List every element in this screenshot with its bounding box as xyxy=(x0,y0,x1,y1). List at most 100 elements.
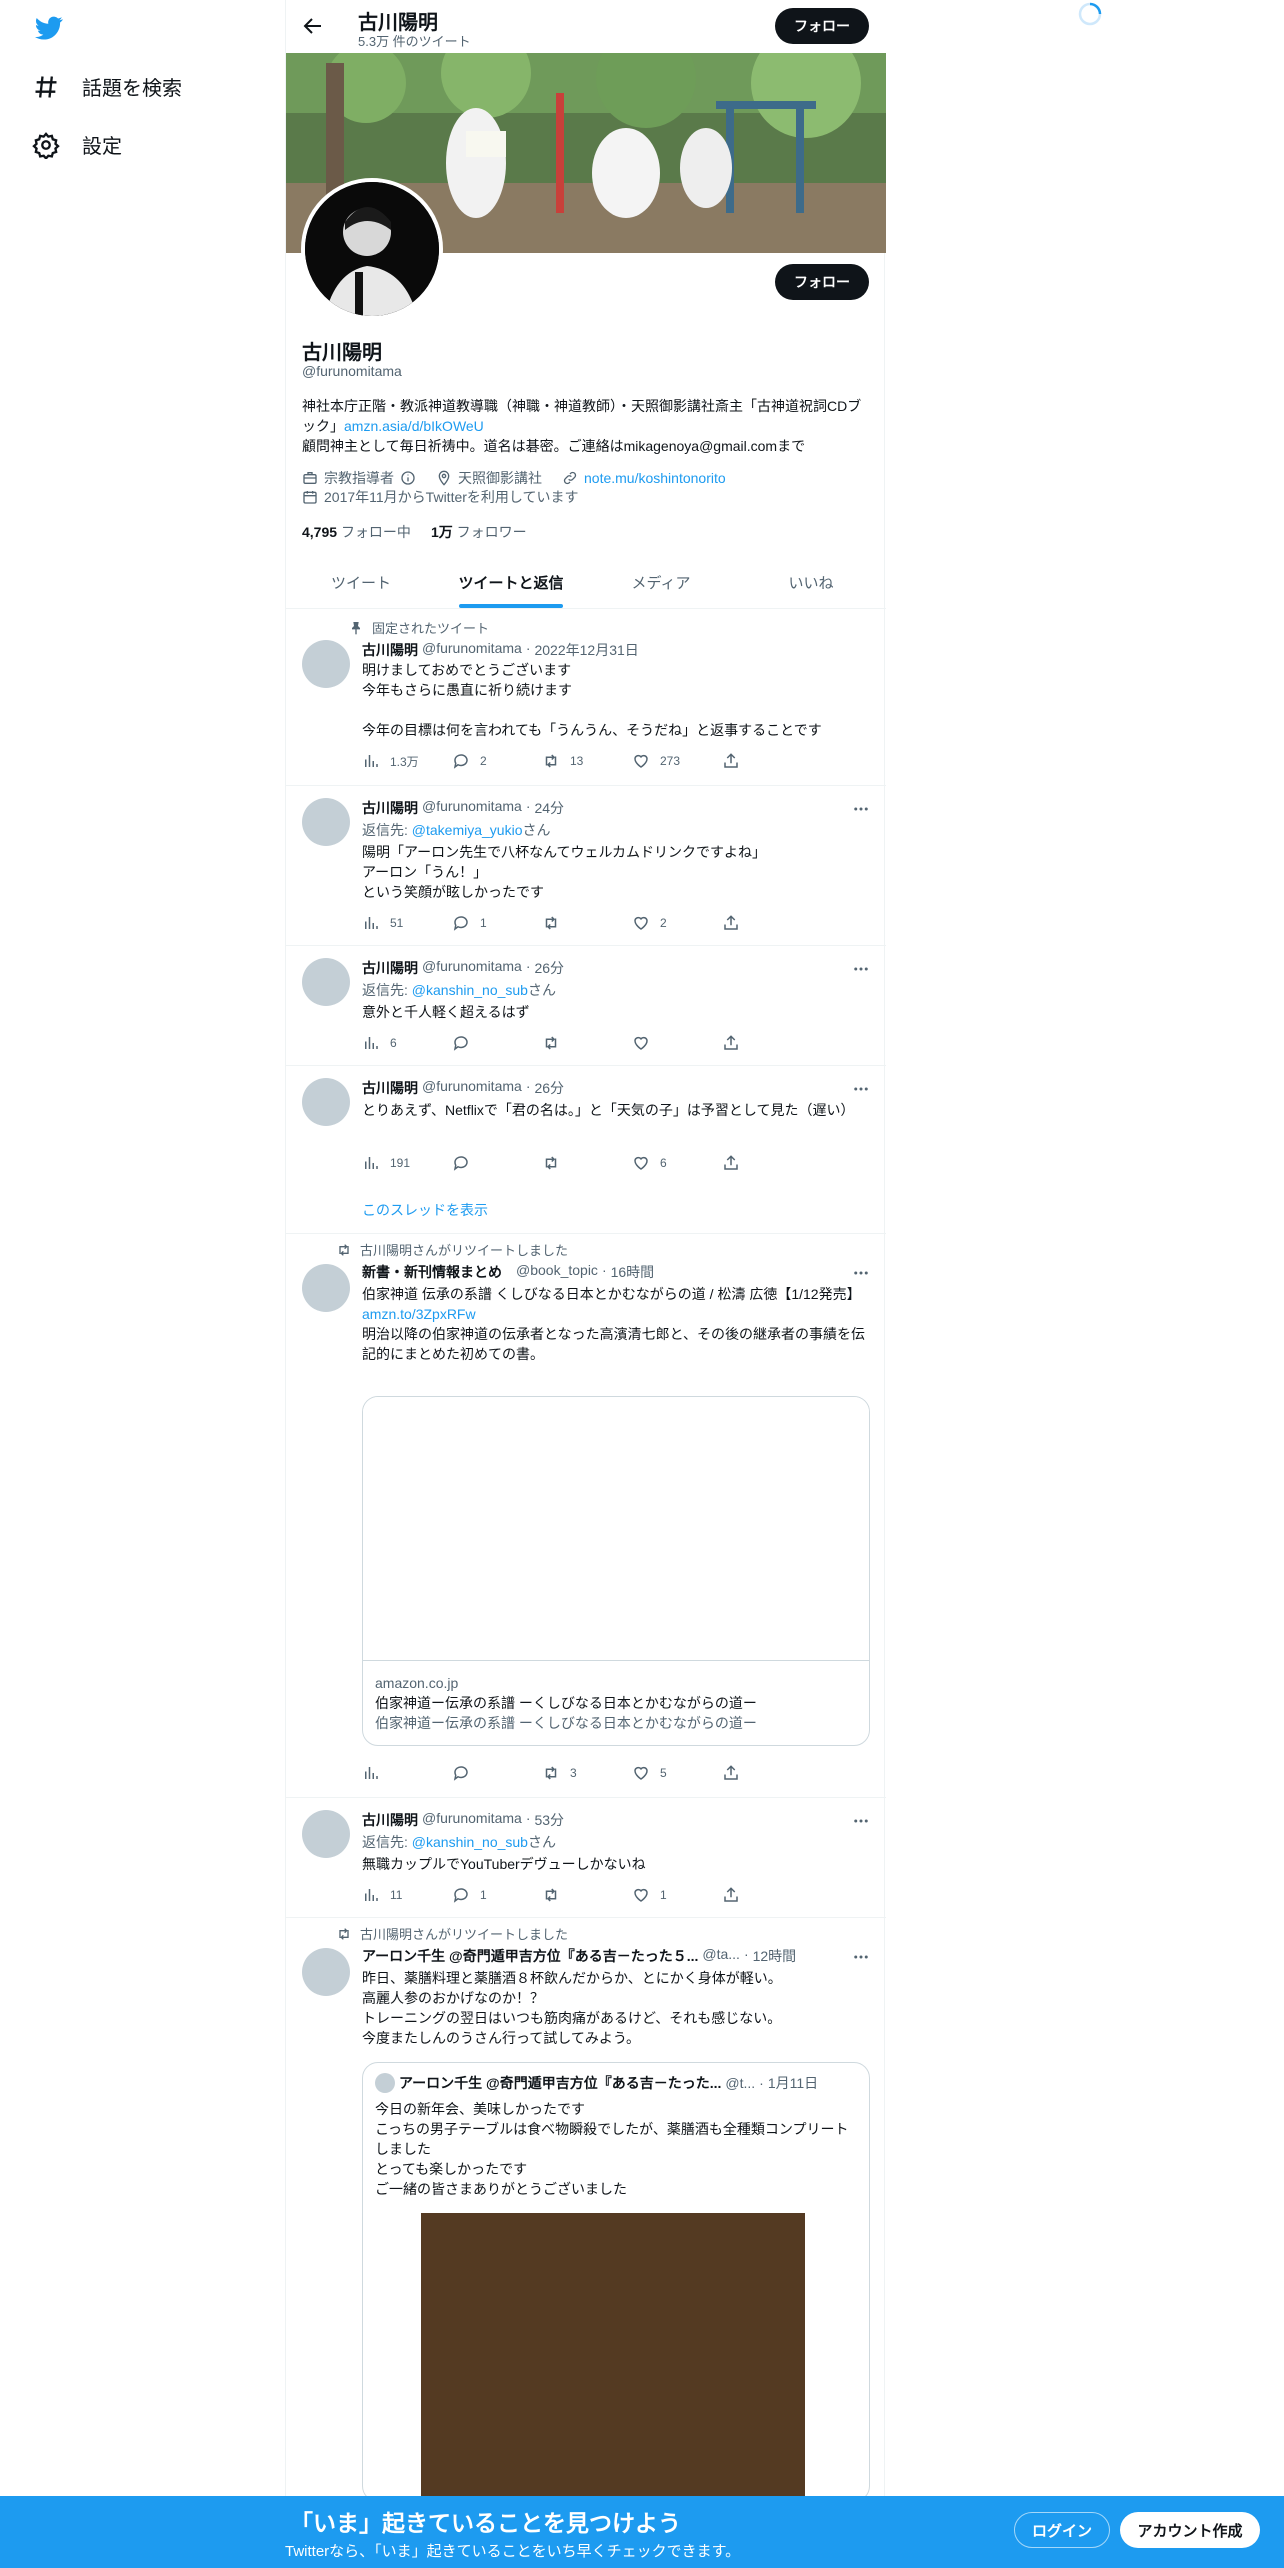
show-thread-link[interactable]: このスレッドを表示 xyxy=(362,1200,488,1220)
profile-follow-button[interactable]: フォロー xyxy=(775,264,869,300)
share-button[interactable] xyxy=(722,914,782,932)
nav-settings[interactable]: 設定 xyxy=(32,130,122,159)
author-name[interactable]: アーロン千生 @奇門遁甲吉方位『ある吉－たった５... xyxy=(362,1946,698,1966)
login-button[interactable]: ログイン xyxy=(1014,2512,1110,2548)
avatar[interactable] xyxy=(302,958,350,1006)
reply-button[interactable] xyxy=(452,1764,512,1782)
tab-media[interactable]: メディア xyxy=(586,556,736,608)
author-name[interactable]: 古川陽明 xyxy=(362,1810,418,1830)
tweet-reply[interactable]: 古川陽明 @furunomitama · 24分 返信先: @takemiya_… xyxy=(286,786,886,946)
views-button[interactable]: 191 xyxy=(362,1154,422,1172)
share-button[interactable] xyxy=(722,752,782,770)
reply-button[interactable]: 2 xyxy=(452,752,512,770)
retweeted-by-label[interactable]: 古川陽明さんがリツイートしました xyxy=(360,1924,568,1943)
following-link[interactable]: 4,795 フォロー中 xyxy=(302,522,411,542)
quoted-tweet-image[interactable] xyxy=(421,2213,805,2501)
quoted-tweet[interactable]: アーロン千生 @奇門遁甲吉方位『ある吉－たった... @t... · 1月11日… xyxy=(362,2062,870,2502)
like-button[interactable]: 273 xyxy=(632,752,692,770)
retweet-button[interactable] xyxy=(542,1886,602,1904)
retweeted-by-label[interactable]: 古川陽明さんがリツイートしました xyxy=(360,1240,568,1259)
retweet-icon xyxy=(545,1156,557,1170)
like-button[interactable]: 6 xyxy=(632,1154,692,1172)
link-card[interactable]: amazon.co.jp 伯家神道ー伝承の系譜 ーくしびなる日本とかむながらの道… xyxy=(362,1396,870,1746)
views-button[interactable]: 1.3万 xyxy=(362,752,422,770)
tweet-time[interactable]: 12時間 xyxy=(753,1946,797,1966)
signup-button[interactable]: アカウント作成 xyxy=(1120,2512,1260,2548)
author-handle[interactable]: @ta... xyxy=(702,1946,740,1966)
more-options-icon[interactable] xyxy=(852,1812,870,1830)
avatar[interactable] xyxy=(302,1264,350,1312)
views-button[interactable]: 6 xyxy=(362,1034,422,1052)
profile-avatar[interactable] xyxy=(301,178,443,320)
tweet-retweet-quote[interactable]: 古川陽明さんがリツイートしました アーロン千生 @奇門遁甲吉方位『ある吉－たった… xyxy=(286,1918,886,2568)
nav-explore[interactable]: 話題を検索 xyxy=(32,72,182,101)
author-name[interactable]: 古川陽明 xyxy=(362,640,418,660)
profile-website[interactable]: note.mu/koshintonorito xyxy=(584,470,726,486)
reply-button[interactable]: 1 xyxy=(452,914,512,932)
views-button[interactable] xyxy=(362,1764,422,1782)
views-button[interactable]: 11 xyxy=(362,1886,422,1904)
tweet-reply[interactable]: 古川陽明 @furunomitama · 53分 返信先: @kanshin_n… xyxy=(286,1798,886,1918)
avatar[interactable] xyxy=(302,798,350,846)
info-icon[interactable] xyxy=(400,470,416,486)
more-options-icon[interactable] xyxy=(852,1080,870,1098)
share-button[interactable] xyxy=(722,1154,782,1172)
share-button[interactable] xyxy=(722,1886,782,1904)
tweet-pinned[interactable]: 固定されたツイート 古川陽明 @furunomitama · 2022年12月3… xyxy=(286,610,886,786)
avatar[interactable] xyxy=(302,1078,350,1126)
reply-button[interactable] xyxy=(452,1154,512,1172)
author-name[interactable]: 古川陽明 xyxy=(362,1078,418,1098)
tweet-time[interactable]: 26分 xyxy=(534,958,564,978)
share-button[interactable] xyxy=(722,1764,782,1782)
reply-to-handle[interactable]: @kanshin_no_sub xyxy=(412,1834,528,1850)
bio-link[interactable]: amzn.asia/d/bIkOWeU xyxy=(344,418,484,434)
like-button[interactable] xyxy=(632,1034,692,1052)
more-options-icon[interactable] xyxy=(852,800,870,818)
followers-link[interactable]: 1万 フォロワー xyxy=(431,522,527,542)
author-name[interactable]: 古川陽明 xyxy=(362,798,418,818)
tweet-time[interactable]: 26分 xyxy=(534,1078,564,1098)
tweet-time[interactable]: 16時間 xyxy=(611,1262,655,1282)
tab-tweets-and-replies[interactable]: ツイートと返信 xyxy=(436,556,586,608)
author-name[interactable]: 新書・新刊情報まとめ xyxy=(362,1262,502,1282)
tweet-link[interactable]: amzn.to/3ZpxRFw xyxy=(362,1306,476,1322)
author-handle[interactable]: @furunomitama xyxy=(422,958,522,978)
reply-to-handle[interactable]: @kanshin_no_sub xyxy=(412,982,528,998)
retweet-button[interactable]: 3 xyxy=(542,1764,602,1782)
tweet-retweet-card[interactable]: 古川陽明さんがリツイートしました 新書・新刊情報まとめ @book_topic … xyxy=(286,1234,886,1798)
tweet-time[interactable]: 2022年12月31日 xyxy=(534,640,638,660)
retweet-button[interactable] xyxy=(542,1154,602,1172)
retweet-button[interactable]: 13 xyxy=(542,752,602,770)
author-handle[interactable]: @furunomitama xyxy=(422,1078,522,1098)
reply-button[interactable]: 1 xyxy=(452,1886,512,1904)
like-button[interactable]: 5 xyxy=(632,1764,692,1782)
views-button[interactable]: 51 xyxy=(362,914,422,932)
retweet-button[interactable] xyxy=(542,1034,602,1052)
tweet-reply[interactable]: 古川陽明 @furunomitama · 26分 返信先: @kanshin_n… xyxy=(286,946,886,1066)
avatar[interactable] xyxy=(302,1810,350,1858)
tweet-thread[interactable]: 古川陽明 @furunomitama · 26分 とりあえず、Netflixで「… xyxy=(286,1066,886,1234)
avatar[interactable] xyxy=(302,1948,350,1996)
tab-tweets[interactable]: ツイート xyxy=(286,556,436,608)
author-handle[interactable]: @furunomitama xyxy=(422,640,522,660)
reply-button[interactable] xyxy=(452,1034,512,1052)
author-name[interactable]: 古川陽明 xyxy=(362,958,418,978)
tweet-time[interactable]: 53分 xyxy=(534,1810,564,1830)
twitter-logo-icon[interactable] xyxy=(33,14,65,42)
author-handle[interactable]: @book_topic xyxy=(516,1262,598,1282)
more-options-icon[interactable] xyxy=(852,1264,870,1282)
back-arrow-icon[interactable] xyxy=(301,14,325,38)
like-button[interactable]: 2 xyxy=(632,914,692,932)
avatar[interactable] xyxy=(302,640,350,688)
tab-likes[interactable]: いいね xyxy=(736,556,886,608)
reply-to-handle[interactable]: @takemiya_yukio xyxy=(412,822,523,838)
like-button[interactable]: 1 xyxy=(632,1886,692,1904)
more-options-icon[interactable] xyxy=(852,960,870,978)
author-handle[interactable]: @furunomitama xyxy=(422,1810,522,1830)
header-follow-button[interactable]: フォロー xyxy=(775,8,869,44)
retweet-button[interactable] xyxy=(542,914,602,932)
more-options-icon[interactable] xyxy=(852,1948,870,1966)
author-handle[interactable]: @furunomitama xyxy=(422,798,522,818)
tweet-time[interactable]: 24分 xyxy=(534,798,564,818)
share-button[interactable] xyxy=(722,1034,782,1052)
